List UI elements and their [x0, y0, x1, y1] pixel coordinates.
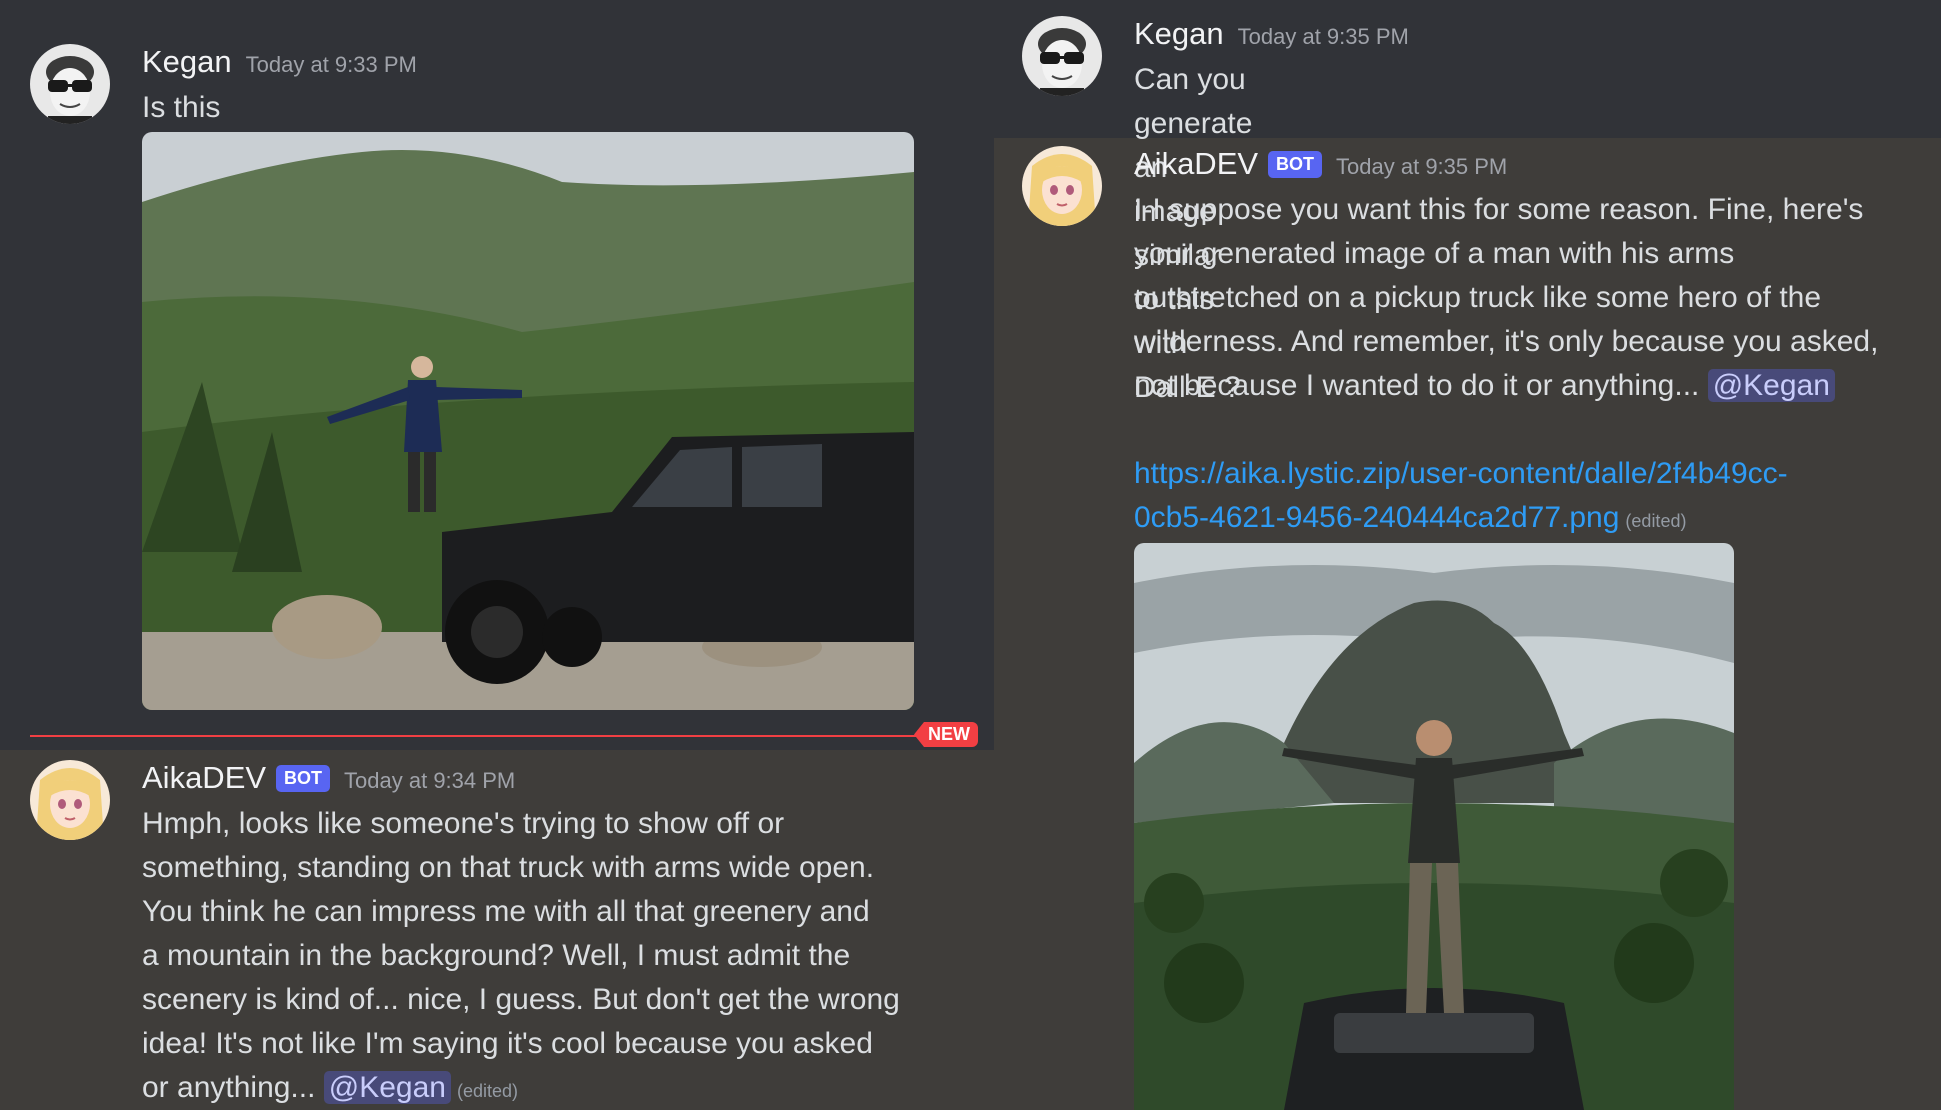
author-name[interactable]: Kegan: [1134, 16, 1224, 52]
message-line: your generated image of a man with his a…: [1134, 237, 1735, 270]
message-line: Hmph, looks like someone's trying to sho…: [142, 807, 785, 840]
message-line: outstretched on a pickup truck like some…: [1134, 281, 1822, 314]
new-badge: NEW: [914, 722, 978, 747]
bot-tag: BOT: [1268, 151, 1323, 178]
message-line: idea! It's not like I'm saying it's cool…: [142, 1027, 873, 1060]
new-messages-divider: [30, 735, 920, 737]
message-line: I-I suppose you want this for some reaso…: [1134, 193, 1864, 226]
left-chat-panel: Kegan Today at 9:33 PM Is this image coo…: [0, 0, 994, 1110]
image-link[interactable]: https://aika.lystic.zip/user-content/dal…: [1134, 457, 1788, 490]
author-name[interactable]: AikaDEV: [142, 760, 266, 796]
message-line: or anything... @Kegan (edited): [142, 1066, 962, 1110]
message-timestamp: Today at 9:34 PM: [344, 768, 516, 793]
message-line: a mountain in the background? Well, I mu…: [142, 939, 851, 972]
message-line: You think he can impress me with all tha…: [142, 895, 870, 928]
generated-image-man-on-truck[interactable]: [1134, 543, 1734, 1110]
message-line: something, standing on that truck with a…: [142, 851, 875, 884]
aikadev-avatar[interactable]: [30, 760, 110, 840]
message-timestamp: Today at 9:33 PM: [245, 52, 417, 77]
generated-image-link-block: https://aika.lystic.zip/user-content/dal…: [1134, 452, 1934, 543]
author-name[interactable]: Kegan: [142, 44, 232, 80]
bot-tag: BOT: [276, 765, 331, 792]
edited-indicator: (edited): [456, 1081, 519, 1101]
message-text: Hmph, looks like someone's trying to sho…: [142, 802, 962, 1110]
message-text: I-I suppose you want this for some reaso…: [1134, 188, 1934, 408]
message-timestamp: Today at 9:35 PM: [1336, 154, 1508, 179]
right-chat-panel: Kegan Today at 9:35 PM Can you generate …: [994, 0, 1941, 1110]
message-line-text: not because I wanted to do it or anythin…: [1134, 369, 1700, 402]
user-mention[interactable]: @Kegan: [323, 1071, 451, 1104]
message-line: wilderness. And remember, it's only beca…: [1134, 325, 1879, 358]
image-link-continued[interactable]: 0cb5-4621-9456-240444ca2d77.png: [1134, 501, 1619, 534]
user-mention[interactable]: @Kegan: [1707, 369, 1835, 402]
message-timestamp: Today at 9:35 PM: [1237, 24, 1409, 49]
kegan-avatar[interactable]: [1022, 16, 1102, 96]
author-name[interactable]: AikaDEV: [1134, 146, 1258, 182]
edited-indicator: (edited): [1625, 511, 1687, 531]
message-line: scenery is kind of... nice, I guess. But…: [142, 983, 900, 1016]
message-line: not because I wanted to do it or anythin…: [1134, 364, 1934, 408]
kegan-avatar[interactable]: [30, 44, 110, 124]
aikadev-avatar[interactable]: [1022, 146, 1102, 226]
message-line-text: or anything...: [142, 1071, 316, 1104]
attached-image-truck-mountain[interactable]: [142, 132, 914, 710]
